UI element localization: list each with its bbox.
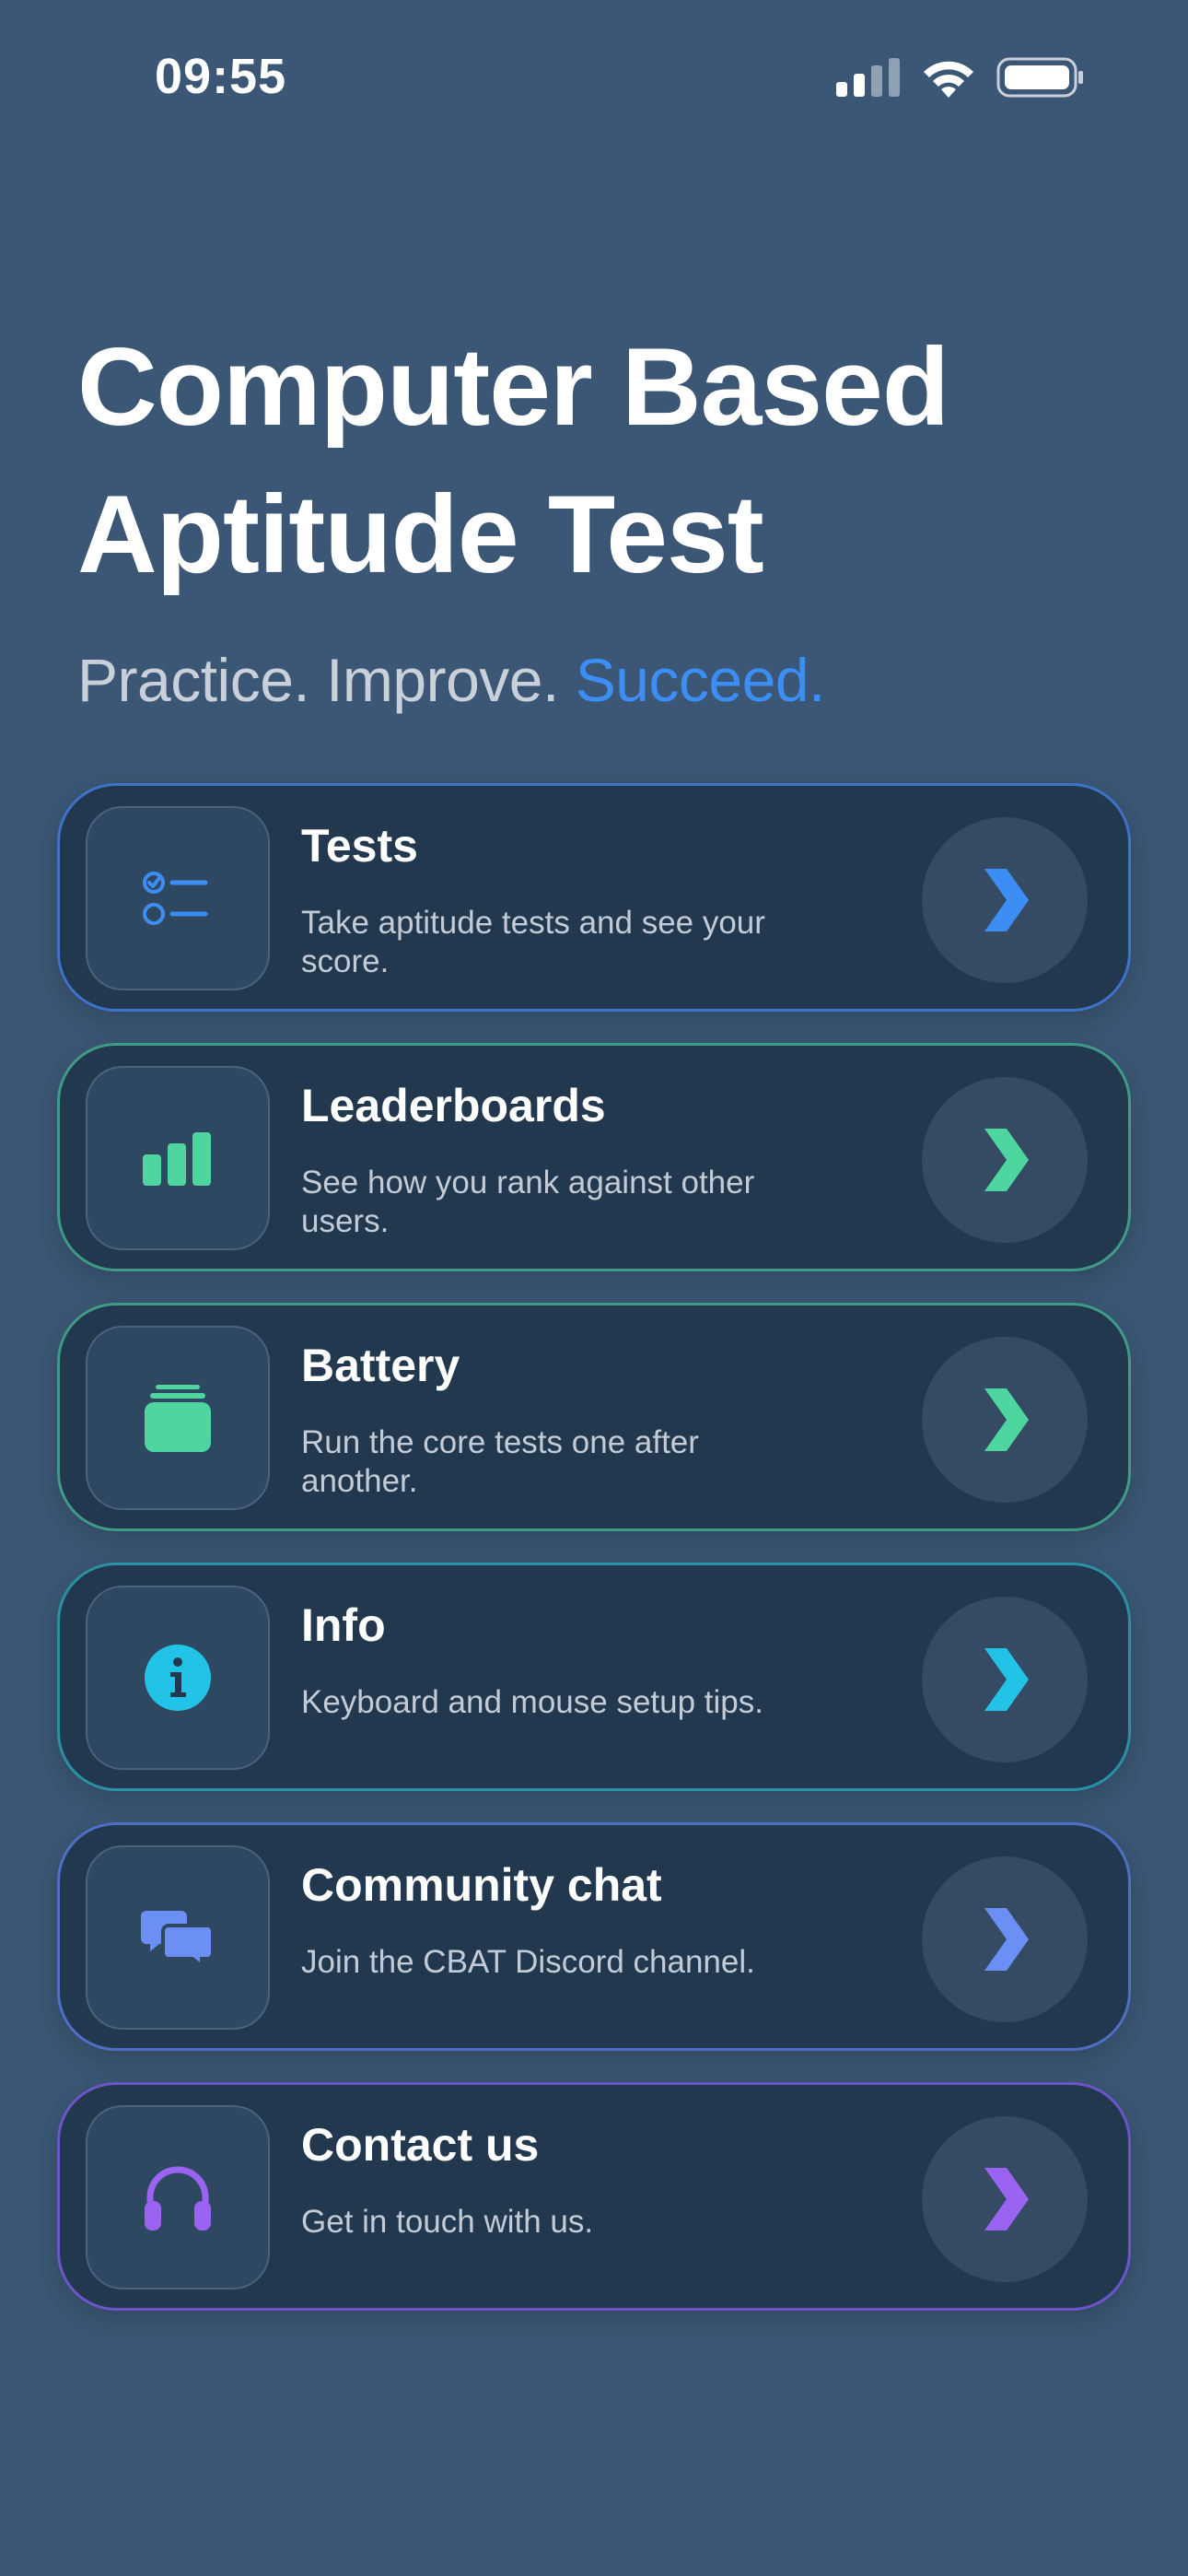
- bar-chart-icon: [143, 1132, 211, 1186]
- info-icon: [145, 1645, 211, 1711]
- menu-card-title: Leaderboards: [301, 1080, 606, 1131]
- menu-card-title: Info: [301, 1599, 386, 1651]
- menu-card-description: Take aptitude tests and see your score.: [301, 905, 765, 979]
- chevron-right-icon: [984, 1908, 1029, 1971]
- wifi-icon: [924, 61, 973, 98]
- open-leaderboards-button[interactable]: [922, 1077, 1088, 1243]
- menu-card-title: Battery: [301, 1340, 460, 1391]
- page-title: Computer Based Aptitude Test: [77, 313, 949, 608]
- chevron-right-icon: [984, 1129, 1029, 1191]
- menu-icon-tile: [86, 1586, 270, 1770]
- menu-card-leaderboards[interactable]: Leaderboards See how you rank against ot…: [57, 1043, 1131, 1271]
- chevron-right-icon: [984, 2168, 1029, 2231]
- menu-card-tests[interactable]: Tests Take aptitude tests and see your s…: [57, 783, 1131, 1012]
- menu-card-description: Run the core tests one after another.: [301, 1424, 699, 1499]
- chevron-right-icon: [984, 869, 1029, 931]
- open-tests-button[interactable]: [922, 817, 1088, 983]
- signal-icon: [836, 58, 900, 97]
- open-info-button[interactable]: [922, 1597, 1088, 1762]
- open-contact-us-button[interactable]: [922, 2116, 1088, 2282]
- page-title-line-1: Computer Based: [77, 325, 949, 449]
- menu-card-title: Community chat: [301, 1859, 662, 1911]
- menu-card-description: See how you rank against other users.: [301, 1165, 755, 1239]
- menu-card-description: Keyboard and mouse setup tips.: [301, 1684, 763, 1720]
- headphones-icon: [145, 2166, 211, 2231]
- chevron-right-icon: [984, 1388, 1029, 1451]
- menu-list: Tests Take aptitude tests and see your s…: [57, 783, 1131, 2342]
- menu-icon-tile: [86, 1066, 270, 1250]
- menu-card-description: Get in touch with us.: [301, 2204, 594, 2240]
- status-time: 09:55: [155, 49, 287, 104]
- page-title-line-2: Aptitude Test: [77, 473, 764, 596]
- tagline-accent: Succeed.: [575, 646, 826, 714]
- tagline: Practice. Improve. Succeed.: [77, 645, 825, 715]
- tagline-prefix: Practice. Improve.: [77, 646, 559, 714]
- battery-icon: [996, 57, 1083, 98]
- open-battery-button[interactable]: [922, 1337, 1088, 1503]
- chat-bubbles-icon: [141, 1911, 215, 1970]
- checklist-icon: [143, 872, 208, 925]
- status-icons: [836, 57, 1085, 98]
- menu-card-contact-us[interactable]: Contact us Get in touch with us.: [57, 2082, 1131, 2311]
- menu-icon-tile: [86, 1326, 270, 1510]
- menu-card-title: Contact us: [301, 2119, 540, 2171]
- open-community-chat-button[interactable]: [922, 1856, 1088, 2022]
- menu-icon-tile: [86, 806, 270, 990]
- stack-icon: [145, 1385, 211, 1452]
- menu-card-description: Join the CBAT Discord channel.: [301, 1944, 755, 1980]
- menu-card-title: Tests: [301, 820, 418, 872]
- menu-icon-tile: [86, 1845, 270, 2030]
- menu-card-community-chat[interactable]: Community chat Join the CBAT Discord cha…: [57, 1822, 1131, 2051]
- chevron-right-icon: [984, 1648, 1029, 1711]
- status-bar: 09:55: [0, 0, 1188, 157]
- menu-card-battery[interactable]: Battery Run the core tests one after ano…: [57, 1303, 1131, 1531]
- menu-card-info[interactable]: Info Keyboard and mouse setup tips.: [57, 1563, 1131, 1791]
- menu-icon-tile: [86, 2105, 270, 2289]
